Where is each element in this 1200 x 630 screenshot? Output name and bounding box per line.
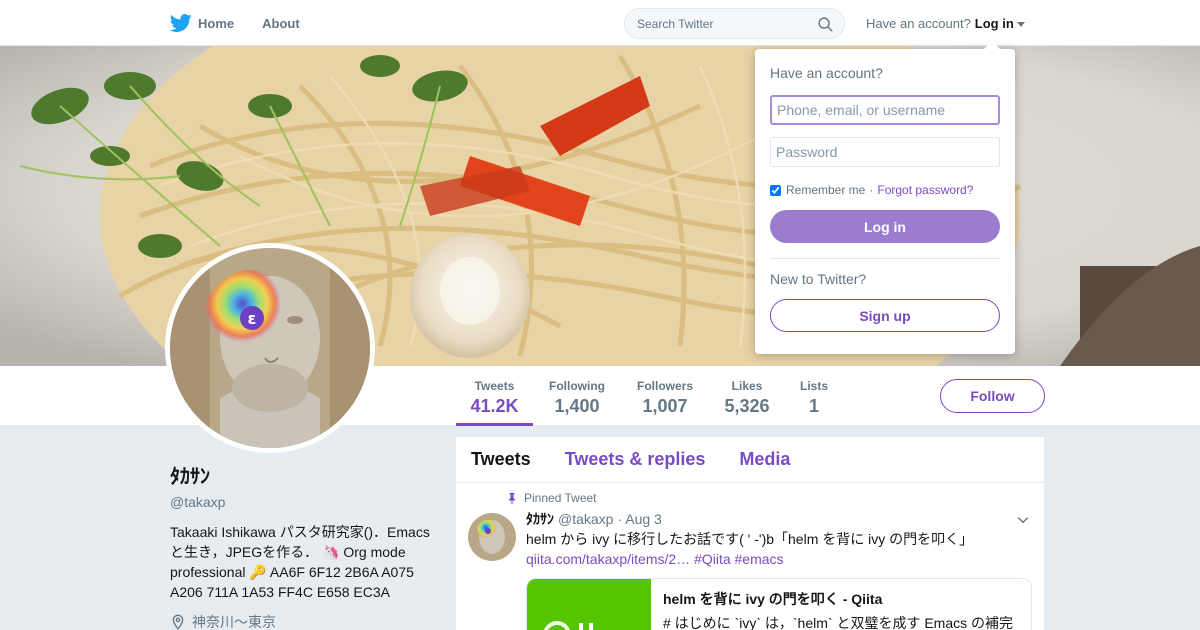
- link-card-thumbnail: [527, 579, 651, 630]
- stat-lists-value: 1: [808, 396, 819, 416]
- nav-home-link[interactable]: Home: [170, 12, 234, 34]
- link-card[interactable]: helm を背に ivy の門を叩く - Qiita # はじめに `ivy` …: [526, 578, 1032, 630]
- avatar[interactable]: ε: [165, 243, 375, 453]
- password-field[interactable]: [770, 137, 1000, 167]
- stat-followers-value: 1,007: [642, 396, 688, 416]
- location-icon: [172, 614, 184, 630]
- tweet-author-name[interactable]: ﾀｶｻﾝ: [526, 509, 554, 529]
- login-toggle-label: Log in: [974, 16, 1014, 31]
- search-input[interactable]: [637, 16, 802, 31]
- caret-down-icon: [1016, 22, 1025, 27]
- profile-location-text: 神奈川〜東京: [192, 614, 276, 630]
- tweet-text: helm から ivy に移行したお話です( ' -')b「helm を背に i…: [526, 529, 1032, 569]
- profile-bio: Takaaki Ishikawa パスタ研究家()．Emacs と生き，JPEG…: [170, 524, 430, 600]
- timeline-tabs: Tweets Tweets & replies Media: [456, 437, 1044, 483]
- link-card-title: helm を背に ivy の門を叩く - Qiita: [663, 591, 883, 607]
- stat-followers[interactable]: Followers 1,007: [633, 366, 697, 426]
- separator-dot: ·: [869, 183, 874, 197]
- profile-handle[interactable]: @takaxp: [170, 494, 440, 510]
- stat-following[interactable]: Following 1,400: [545, 366, 609, 426]
- have-account-text: Have an account?: [866, 16, 971, 31]
- pinned-tweet[interactable]: Pinned Tweet ﾀｶｻﾝ @takaxp · Aug 3 helm か…: [456, 483, 1044, 630]
- chevron-down-icon[interactable]: [1016, 513, 1030, 527]
- search-box: [624, 8, 845, 39]
- tweet-link[interactable]: qiita.com/takaxp/items/2…: [526, 551, 690, 567]
- pinned-label: Pinned Tweet: [502, 491, 1032, 505]
- follow-button[interactable]: Follow: [940, 379, 1045, 413]
- link-card-description: # はじめに `ivy` は，`helm` と双璧を成す Emacs の補完: [663, 615, 1014, 630]
- stat-likes-value: 5,326: [724, 396, 770, 416]
- new-to-twitter-text: New to Twitter?: [770, 271, 867, 287]
- top-nav: Home About Have an account? Log in: [0, 0, 1200, 46]
- search-icon[interactable]: [817, 16, 834, 33]
- tweet-date[interactable]: · Aug 3: [617, 511, 661, 527]
- login-dropdown: Have an account? Remember me · Forgot pa…: [755, 41, 1015, 354]
- login-button[interactable]: Log in: [770, 210, 1000, 243]
- tweet-hashtags[interactable]: #Qiita #emacs: [694, 551, 783, 567]
- remember-me-checkbox[interactable]: [770, 184, 781, 196]
- stat-following-value: 1,400: [554, 396, 600, 416]
- link-card-body: helm を背に ivy の門を叩く - Qiita # はじめに `ivy` …: [651, 579, 1025, 630]
- pinned-text: Pinned Tweet: [524, 491, 597, 505]
- timeline: Tweets Tweets & replies Media Pinned Twe…: [456, 437, 1044, 630]
- login-dropdown-title: Have an account?: [770, 65, 883, 81]
- stat-tweets[interactable]: Tweets 41.2K: [456, 366, 533, 426]
- profile-card: ﾀｶｻﾝ @takaxp Takaaki Ishikawa パスタ研究家()．E…: [170, 460, 440, 630]
- have-account: Have an account? Log in: [866, 16, 1025, 31]
- avatar-bust-image: ε: [170, 248, 370, 448]
- tweet-author-handle[interactable]: @takaxp: [558, 511, 613, 527]
- stat-tweets-value: 41.2K: [470, 396, 519, 416]
- tab-tweets[interactable]: Tweets: [471, 449, 531, 470]
- stat-likes-label: Likes: [731, 379, 763, 393]
- qiita-logo-icon: [543, 621, 593, 630]
- tweet-avatar-image: [468, 513, 516, 561]
- signup-button[interactable]: Sign up: [770, 299, 1000, 332]
- remember-row: Remember me · Forgot password?: [770, 183, 1000, 197]
- stat-followers-label: Followers: [636, 379, 693, 393]
- nav-home-label: Home: [198, 15, 235, 31]
- stat-tweets-label: Tweets: [474, 379, 515, 393]
- twitter-bird-icon: [170, 14, 192, 32]
- tweet-body: helm から ivy に移行したお話です( ' -')b「helm を背に i…: [526, 531, 974, 547]
- remember-me-label[interactable]: Remember me: [786, 183, 865, 197]
- svg-text:ε: ε: [248, 309, 257, 328]
- tab-tweets-replies[interactable]: Tweets & replies: [565, 449, 706, 470]
- stat-following-label: Following: [549, 379, 605, 393]
- dropdown-divider: [770, 258, 1000, 259]
- stat-likes[interactable]: Likes 5,326: [721, 366, 773, 426]
- profile-name[interactable]: ﾀｶｻﾝ: [170, 460, 440, 489]
- profile-location: 神奈川〜東京: [170, 612, 440, 630]
- pin-icon: [509, 493, 515, 504]
- login-dropdown-toggle[interactable]: Log in: [975, 16, 1025, 31]
- stat-lists-label: Lists: [799, 379, 828, 393]
- tweet-avatar[interactable]: [468, 513, 516, 561]
- nav-about-link[interactable]: About: [262, 16, 300, 31]
- stat-lists[interactable]: Lists 1: [796, 366, 832, 426]
- nav-left: Home About: [170, 0, 328, 46]
- tweet-header: ﾀｶｻﾝ @takaxp · Aug 3: [526, 509, 1032, 529]
- tab-media[interactable]: Media: [739, 449, 790, 470]
- forgot-password-link[interactable]: Forgot password?: [877, 183, 973, 197]
- username-field[interactable]: [770, 95, 1000, 125]
